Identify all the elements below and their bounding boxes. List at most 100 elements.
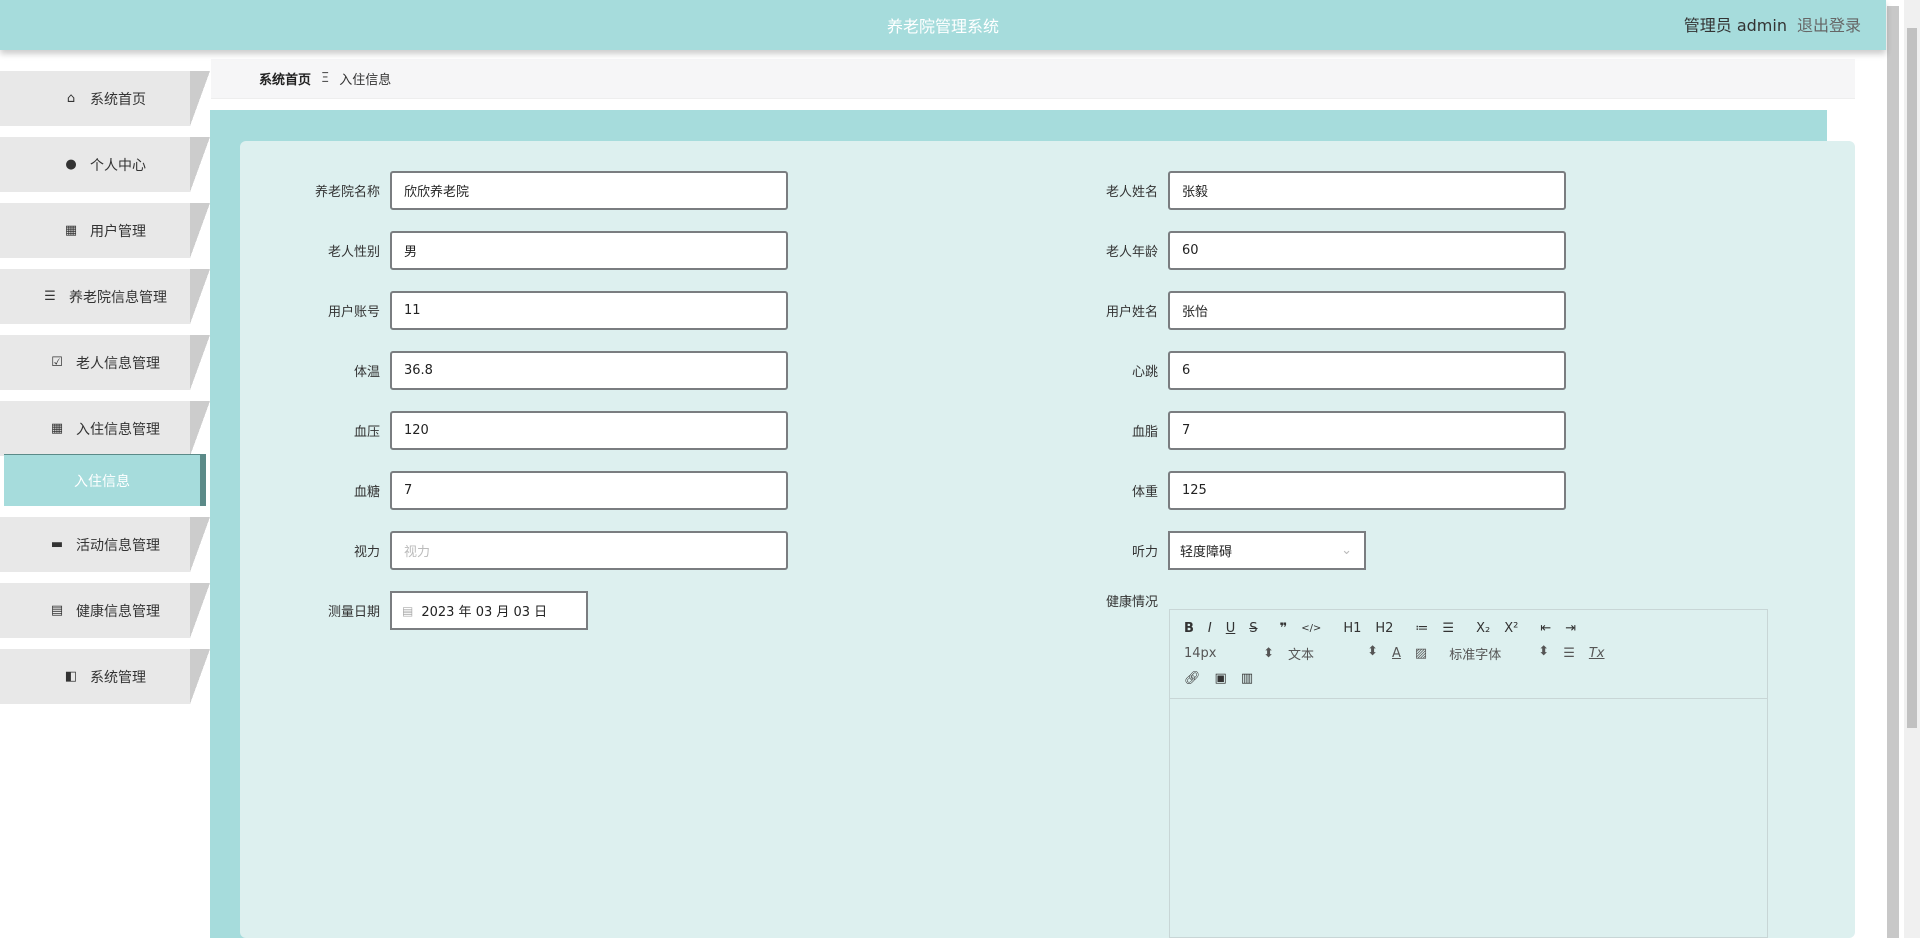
scrollbar-thumb[interactable] — [1907, 28, 1917, 728]
chevron-down-icon: ⌄ — [1341, 543, 1352, 558]
sidebar-item-home[interactable]: ⌂ 系统首页 — [0, 71, 210, 126]
nursing-home-input[interactable]: 欣欣养老院 — [390, 171, 788, 210]
field-label: 体重 — [1131, 485, 1158, 500]
sidebar-item-label: 活动信息管理 — [76, 537, 160, 554]
sidebar-item-checkin-mgmt[interactable]: ▦ 入住信息管理 — [0, 401, 210, 456]
updown-icon: ⬍ — [1538, 644, 1550, 659]
blood-lipid-input[interactable]: 7 — [1168, 411, 1566, 450]
sidebar-item-profile[interactable]: ● 个人中心 — [0, 137, 210, 192]
sidebar-item-system[interactable]: ◧ 系统管理 — [0, 649, 210, 704]
sidebar-item-label: 个人中心 — [90, 157, 146, 174]
image-icon[interactable]: ▣ — [1215, 671, 1227, 686]
field-label: 心跳 — [1131, 365, 1158, 380]
temperature-input[interactable]: 36.8 — [390, 351, 788, 390]
bullet-list-icon[interactable]: ☰ — [1442, 621, 1454, 636]
field-blood-sugar: 血糖 7 — [290, 471, 788, 510]
subscript-icon[interactable]: X₂ — [1476, 621, 1490, 636]
weight-input[interactable]: 125 — [1168, 471, 1566, 510]
field-gender: 老人性别男 — [290, 231, 788, 270]
sidebar-item-activities[interactable]: ▬ 活动信息管理 — [0, 517, 210, 572]
sidebar-item-nursing-home[interactable]: ☰ 养老院信息管理 — [0, 269, 210, 324]
field-label: 测量日期 — [327, 605, 380, 620]
window-scrollbar[interactable] — [1904, 0, 1920, 938]
vision-input[interactable]: 视力 — [390, 531, 788, 570]
field-label: 用户姓名 — [1105, 305, 1158, 320]
field-hearing: 听力 轻度障碍 ⌄ — [1068, 531, 1366, 570]
text-type-picker[interactable]: 文本 ⬍ — [1288, 644, 1378, 663]
date-input[interactable]: ▤ 2023 年 03 月 03 日 — [390, 591, 588, 630]
health-rich-editor[interactable]: B I U S ❞ </> H1 H2 ≔ ☰ X₂ X² ⇤ ⇥ 14px ⬍ … — [1169, 609, 1768, 938]
top-header: 养老院管理系统 管理员 admin 退出登录 — [0, 0, 1886, 50]
indent-icon[interactable]: ⇥ — [1565, 621, 1576, 636]
grid-icon: ▦ — [64, 223, 78, 238]
sidebar-item-label: 老人信息管理 — [76, 355, 160, 372]
monitor-icon: ▬ — [50, 537, 64, 552]
field-label: 老人性别 — [327, 245, 380, 260]
elder-name-input[interactable]: 张毅 — [1168, 171, 1566, 210]
heart-rate-input[interactable]: 6 — [1168, 351, 1566, 390]
font-family-picker[interactable]: 标准字体 ⬍ — [1449, 644, 1549, 663]
field-heart-rate: 心跳 6 — [1068, 351, 1566, 390]
header2-icon[interactable]: H2 — [1375, 621, 1393, 636]
blood-sugar-input[interactable]: 7 — [390, 471, 788, 510]
editor-toolbar: B I U S ❞ </> H1 H2 ≔ ☰ X₂ X² ⇤ ⇥ 14px ⬍ … — [1170, 610, 1767, 699]
bold-icon[interactable]: B — [1184, 621, 1194, 636]
field-user-name: 用户姓名 张怡 — [1068, 291, 1566, 330]
sidebar-subitem-checkin[interactable]: 入住信息 — [4, 454, 206, 506]
font-size-value: 14px — [1184, 646, 1217, 661]
field-label: 老人姓名 — [1105, 185, 1158, 200]
user-area: 管理员 admin 退出登录 — [1684, 12, 1861, 36]
page-scrollbar-track[interactable] — [1887, 6, 1899, 938]
sidebar-item-label: 系统首页 — [90, 91, 146, 108]
underline-icon[interactable]: U — [1226, 621, 1236, 636]
calendar-icon: ▤ — [402, 603, 414, 618]
gender-input[interactable]: 男 — [390, 231, 788, 270]
link-icon[interactable]: 🔗︎ — [1184, 671, 1201, 686]
font-size-picker[interactable]: 14px ⬍ — [1184, 646, 1274, 661]
sidebar-item-label: 系统管理 — [90, 669, 146, 686]
font-family-value: 标准字体 — [1449, 648, 1502, 663]
strike-icon[interactable]: S — [1249, 621, 1257, 636]
video-icon[interactable]: ▥ — [1241, 671, 1253, 686]
updown-icon: ⬍ — [1367, 644, 1378, 659]
hearing-select[interactable]: 轻度障碍 ⌄ — [1168, 531, 1366, 570]
blockquote-icon[interactable]: ❞ — [1280, 621, 1288, 636]
account-input[interactable]: 11 — [390, 291, 788, 330]
italic-icon[interactable]: I — [1208, 621, 1212, 636]
outdent-icon[interactable]: ⇤ — [1540, 621, 1551, 636]
font-color-icon[interactable]: A — [1392, 646, 1401, 661]
app-title: 养老院管理系统 — [886, 17, 999, 36]
user-name-input[interactable]: 张怡 — [1168, 291, 1566, 330]
header1-icon[interactable]: H1 — [1343, 621, 1361, 636]
sidebar-item-users[interactable]: ▦ 用户管理 — [0, 203, 210, 258]
ordered-list-icon[interactable]: ≔ — [1415, 621, 1428, 636]
field-account: 用户账号 11 — [290, 291, 788, 330]
blood-pressure-input[interactable]: 120 — [390, 411, 788, 450]
clipboard-check-icon: ☑ — [51, 355, 63, 370]
sidebar-item-label: 用户管理 — [90, 223, 146, 240]
code-block-icon[interactable]: </> — [1301, 623, 1321, 634]
sidebar-item-elders[interactable]: ☑ 老人信息管理 — [0, 335, 210, 390]
sidebar-item-label: 健康信息管理 — [76, 603, 160, 620]
user-icon: ● — [65, 157, 77, 172]
age-input[interactable]: 60 — [1168, 231, 1566, 270]
clipboard-icon: ▤ — [50, 603, 64, 618]
align-icon[interactable]: ☰ — [1563, 646, 1575, 661]
field-weight: 体重 125 — [1068, 471, 1566, 510]
sidebar-item-label: 入住信息管理 — [76, 421, 160, 438]
breadcrumb-current: 入住信息 — [339, 73, 392, 88]
background-color-icon[interactable]: ▨ — [1415, 646, 1427, 661]
clear-format-icon[interactable]: Tx — [1589, 646, 1605, 661]
field-label: 老人年龄 — [1105, 245, 1158, 260]
breadcrumb-home[interactable]: 系统首页 — [259, 69, 311, 88]
field-label: 视力 — [353, 545, 380, 560]
logout-link[interactable]: 退出登录 — [1797, 16, 1861, 35]
field-date: 测量日期 ▤ 2023 年 03 月 03 日 — [290, 591, 588, 630]
field-nursing-home: 养老院名称 欣欣养老院 — [290, 171, 788, 210]
sidebar-item-health[interactable]: ▤ 健康信息管理 — [0, 583, 210, 638]
sidebar-item-label: 养老院信息管理 — [69, 289, 167, 306]
field-label: 健康情况 — [1105, 594, 1158, 610]
sidebar-item-label: 入住信息 — [74, 473, 130, 490]
superscript-icon[interactable]: X² — [1504, 621, 1518, 636]
field-age: 老人年龄 60 — [1068, 231, 1566, 270]
